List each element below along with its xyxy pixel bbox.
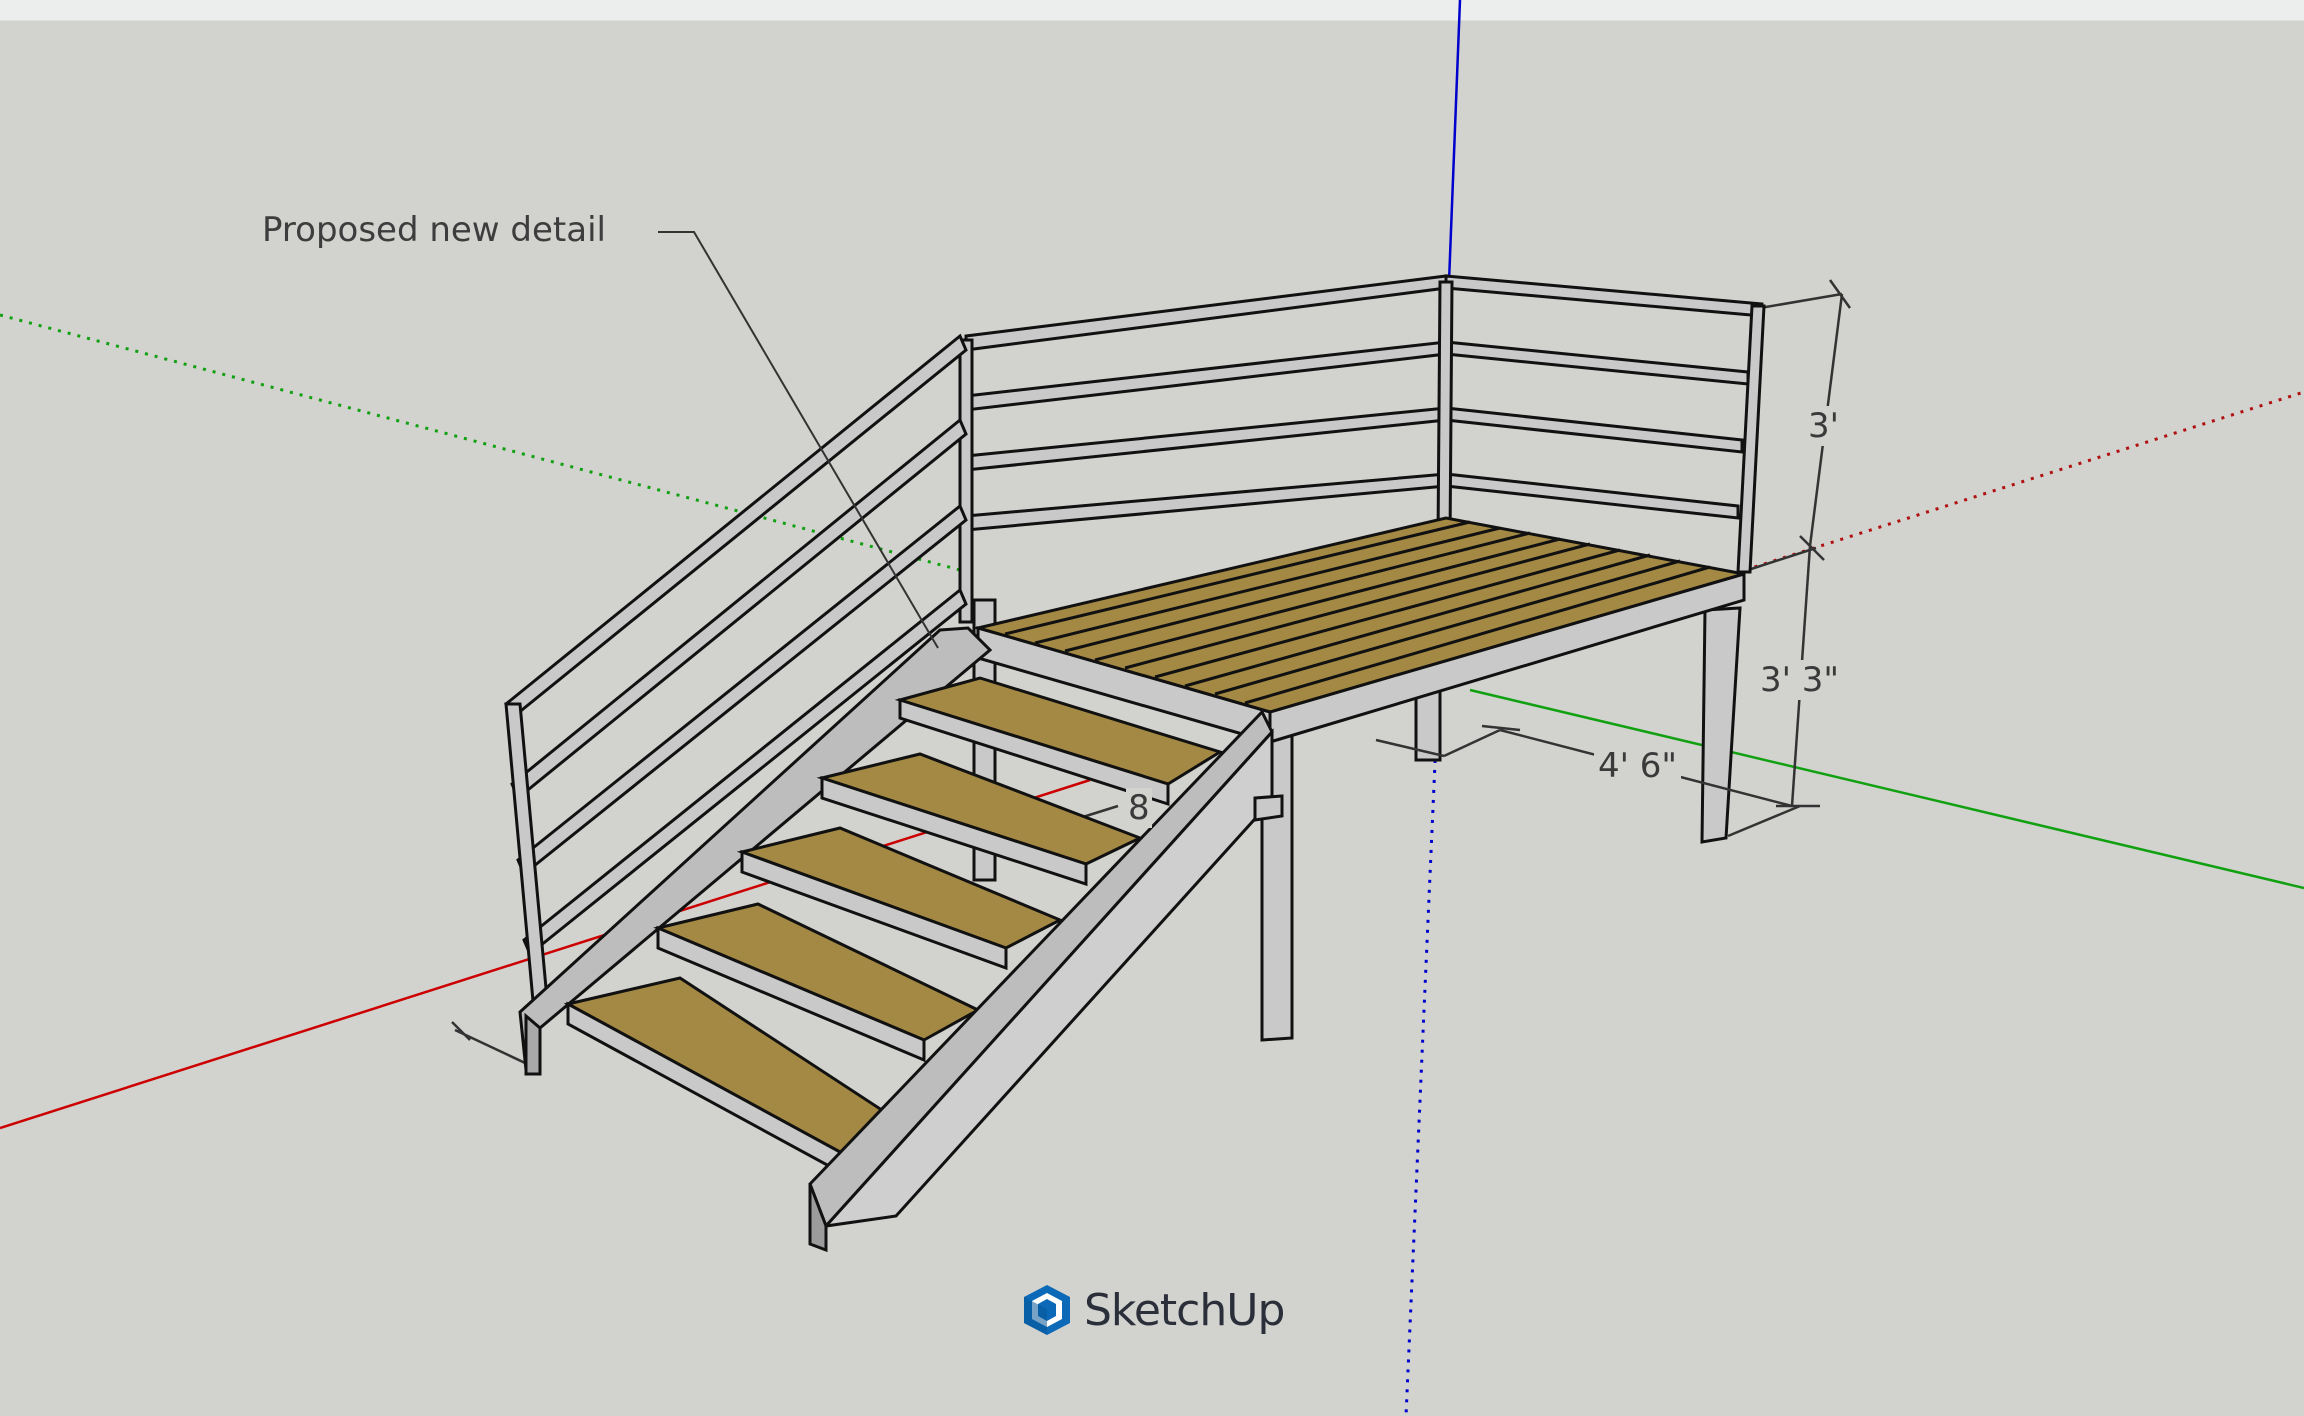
platform-deck[interactable] (972, 516, 1746, 745)
green-axis-dotted (0, 313, 961, 572)
sketchup-logo-icon (1024, 1285, 1070, 1335)
sketchup-watermark: SketchUp (1022, 1283, 1285, 1337)
dimension-label-rail-height[interactable]: 3' (1804, 406, 1843, 446)
blue-axis-dotted (1404, 739, 1438, 1416)
dimension-label-platform-height[interactable]: 3' 3" (1756, 660, 1844, 700)
annotation-label[interactable]: Proposed new detail (258, 206, 614, 254)
green-axis-solid (1469, 688, 2304, 890)
annotation-leader (658, 231, 939, 649)
leg-front-right (1700, 606, 1742, 844)
dimension-label-platform-depth[interactable]: 4' 6" (1594, 746, 1682, 786)
dimension-label-hidden[interactable]: 8 (1126, 788, 1152, 828)
sketchup-brand-text: SketchUp (1084, 1284, 1285, 1336)
blue-axis-solid (1447, 0, 1462, 283)
